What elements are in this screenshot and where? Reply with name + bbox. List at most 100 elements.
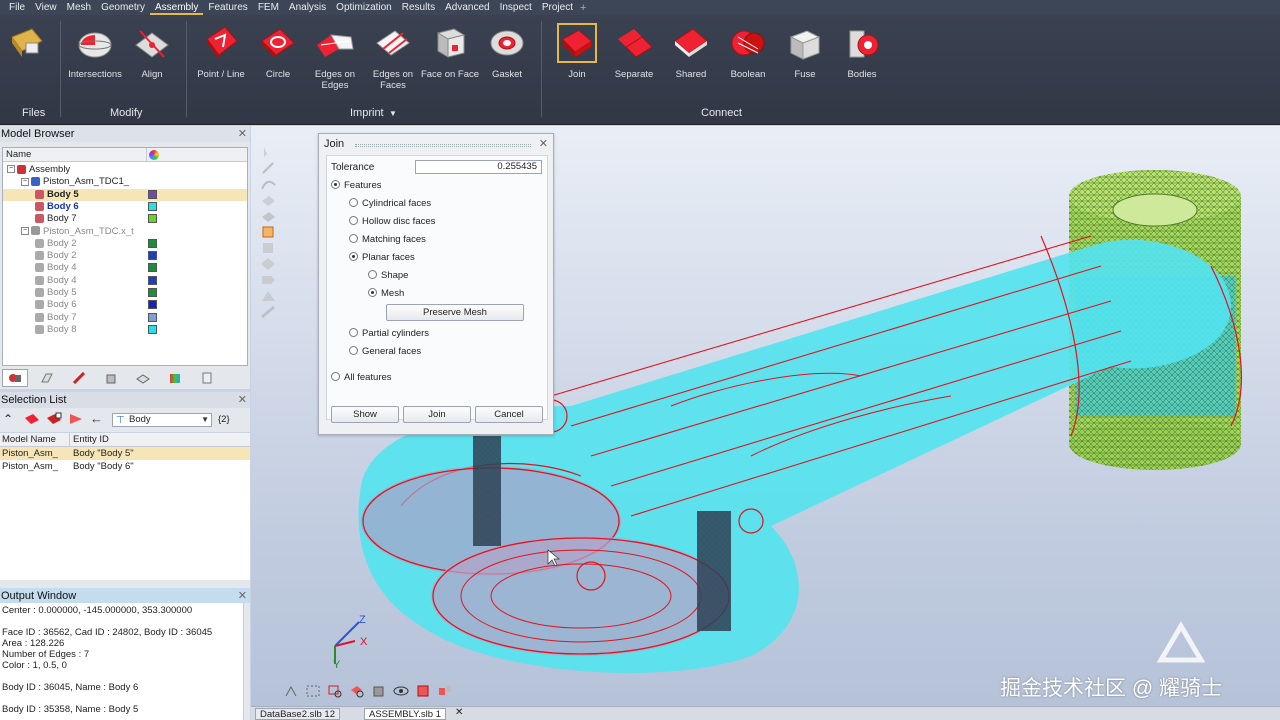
menu-item-results[interactable]: Results — [397, 0, 440, 15]
tree-item[interactable]: Body 6 — [3, 201, 247, 213]
color-swatch[interactable] — [148, 201, 157, 211]
close-icon[interactable]: ✕ — [539, 137, 548, 150]
output-log[interactable]: Center : 0.000000, -145.000000, 353.3000… — [0, 603, 243, 720]
color-swatch[interactable] — [148, 300, 157, 310]
color-swatch[interactable] — [148, 324, 157, 334]
tree-item[interactable]: Body 2 — [3, 250, 247, 262]
tree-item[interactable]: Body 8 — [3, 324, 247, 336]
boolean-tool[interactable]: Boolean — [718, 23, 778, 80]
shape-radio[interactable]: Shape — [368, 269, 408, 282]
close-icon[interactable]: ✕ — [238, 588, 247, 604]
menu-item-features[interactable]: Features — [203, 0, 252, 15]
tree-item[interactable]: − Piston_Asm_TDC1_ — [3, 176, 247, 188]
section-view-icon[interactable] — [415, 684, 431, 698]
line-tool-icon[interactable] — [259, 161, 281, 175]
show-button[interactable]: Show — [331, 406, 399, 423]
table-row[interactable]: Piston_Asm_ Body "Body 6" — [0, 460, 250, 473]
collapse-toggle-icon[interactable]: − — [21, 177, 29, 186]
close-icon[interactable]: ✕ — [238, 392, 247, 408]
tab-assembly[interactable]: ASSEMBLY.slb 1 — [364, 708, 446, 720]
color-swatch[interactable] — [148, 251, 157, 261]
visibility-eye-icon[interactable] — [393, 684, 409, 698]
join-tool[interactable]: Join — [547, 23, 607, 80]
shared-tool[interactable]: Shared — [661, 23, 721, 80]
color-swatch[interactable] — [148, 312, 157, 322]
color-swatch[interactable] — [148, 288, 157, 297]
hollow-disc-faces-radio[interactable]: Hollow disc faces — [349, 215, 435, 228]
join-button[interactable]: Join — [403, 406, 471, 423]
all-features-radio[interactable]: All features — [331, 371, 392, 384]
collapse-toggle-icon[interactable]: − — [21, 226, 29, 235]
files-tool[interactable] — [0, 23, 56, 63]
tab-database2[interactable]: DataBase2.slb 12 — [255, 708, 340, 720]
output-scrollbar[interactable] — [243, 603, 250, 720]
select-bodies-icon[interactable] — [24, 412, 40, 429]
entity-id-header[interactable]: Entity ID — [73, 433, 109, 447]
cylindrical-faces-radio[interactable]: Cylindrical faces — [349, 197, 431, 210]
palette-tab-icon[interactable] — [162, 369, 188, 387]
cube-tool-icon[interactable] — [259, 241, 281, 255]
remove-selection-icon[interactable] — [68, 412, 84, 429]
tolerance-input[interactable]: 0.255435 — [415, 160, 542, 174]
diamond-tool-icon[interactable] — [259, 257, 281, 271]
pen-tool-icon[interactable] — [259, 305, 281, 319]
menu-item-geometry[interactable]: Geometry — [96, 0, 150, 15]
menu-item-project[interactable]: Project — [537, 0, 578, 15]
imprint-dropdown-icon[interactable]: ▼ — [389, 109, 397, 118]
tag-tool-icon[interactable] — [259, 273, 281, 287]
menu-item-analysis[interactable]: Analysis — [284, 0, 331, 15]
curve-tool-icon[interactable] — [259, 177, 281, 191]
menu-item-view[interactable]: View — [30, 0, 62, 15]
cancel-button[interactable]: Cancel — [475, 406, 543, 423]
tree-item[interactable]: − Assembly — [3, 164, 247, 176]
axis-view-icon[interactable] — [283, 684, 299, 698]
color-swatch[interactable] — [148, 263, 157, 273]
color-swatch[interactable] — [148, 214, 157, 224]
edges-on-edges-tool[interactable]: Edges on Edges — [305, 23, 365, 91]
name-column-header[interactable]: Name — [6, 149, 31, 160]
tree-item[interactable]: − Piston_Asm_TDC.x_t — [3, 226, 247, 238]
general-faces-radio[interactable]: General faces — [349, 345, 421, 358]
features-radio[interactable]: Features — [331, 179, 382, 192]
collapse-toggle-icon[interactable]: − — [7, 165, 15, 174]
imprint-group-label[interactable]: Imprint — [350, 107, 384, 119]
shaded-view-icon[interactable] — [371, 684, 387, 698]
assembly-tab-icon[interactable] — [2, 369, 28, 387]
page-tab-icon[interactable] — [34, 369, 60, 387]
gasket-tool[interactable]: Gasket — [477, 23, 537, 80]
menu-item-inspect[interactable]: Inspect — [495, 0, 537, 15]
back-arrow-icon[interactable]: ← — [90, 411, 103, 426]
fit-view-icon[interactable] — [305, 684, 321, 698]
close-icon[interactable]: ✕ — [238, 126, 247, 142]
preserve-mesh-button[interactable]: Preserve Mesh — [386, 304, 524, 321]
circle-tool[interactable]: Circle — [248, 23, 308, 80]
model-name-header[interactable]: Model Name — [2, 433, 56, 447]
point-line-tool[interactable]: Point / Line — [191, 23, 251, 80]
collapse-up-icon[interactable]: ⌃ — [3, 412, 13, 426]
menu-item-fem[interactable]: FEM — [253, 0, 284, 15]
explode-view-icon[interactable] — [437, 684, 453, 698]
body-tool-icon[interactable] — [259, 225, 281, 239]
zoom-selection-icon[interactable] — [349, 684, 365, 698]
menu-item-optimization[interactable]: Optimization — [331, 0, 397, 15]
color-wheel-icon[interactable] — [149, 150, 159, 160]
menu-item-advanced[interactable]: Advanced — [440, 0, 494, 15]
select-arrow-icon[interactable] — [259, 145, 281, 159]
tree-item[interactable]: Body 2 — [3, 238, 247, 250]
planar-faces-radio[interactable]: Planar faces — [349, 251, 415, 264]
mesh-radio[interactable]: Mesh — [368, 287, 404, 300]
align-tool[interactable]: Align — [122, 23, 182, 80]
bodies-tool[interactable]: Bodies — [832, 23, 892, 80]
triangle-tool-icon[interactable] — [259, 289, 281, 303]
zoom-window-icon[interactable] — [327, 684, 343, 698]
face-on-face-tool[interactable]: Face on Face — [420, 23, 480, 80]
model-tree[interactable]: Name − Assembly − Piston_Asm_TDC1_ Body 5 Bod… — [2, 147, 248, 366]
menu-item-assembly[interactable]: Assembly — [149, 0, 204, 15]
add-selection-icon[interactable] — [46, 412, 62, 429]
table-row[interactable]: Piston_Asm_ Body "Body 5" — [0, 447, 250, 460]
tree-item[interactable]: Body 7 — [3, 213, 247, 225]
selection-table[interactable]: Model Name Entity ID Piston_Asm_ Body "B… — [0, 433, 250, 580]
tree-item[interactable]: Body 5 — [3, 287, 247, 299]
entity-filter-select[interactable]: ⊤ Body ▼ — [112, 413, 212, 427]
tree-item[interactable]: Body 7 — [3, 312, 247, 324]
